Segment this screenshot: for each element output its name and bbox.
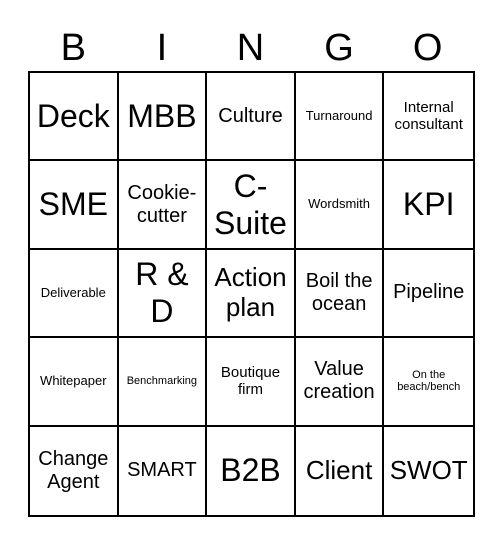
bingo-cell[interactable]: Boil the ocean: [295, 249, 385, 339]
bingo-cell[interactable]: Deliverable: [30, 249, 119, 339]
bingo-cell[interactable]: Change Agent: [30, 426, 119, 515]
bingo-cell[interactable]: Wordsmith: [295, 161, 385, 250]
bingo-cell[interactable]: Pipeline: [384, 250, 473, 339]
bingo-cell[interactable]: On the beach/bench: [384, 338, 473, 427]
bingo-cell[interactable]: SME: [30, 161, 119, 250]
bingo-cell[interactable]: KPI: [384, 161, 473, 250]
bingo-cell[interactable]: Value creation: [295, 338, 385, 427]
bingo-cell[interactable]: SMART: [119, 426, 208, 515]
bingo-cell[interactable]: SWOT: [384, 427, 473, 515]
header-letter-g: G: [324, 27, 354, 69]
bingo-cell[interactable]: Cookie-cutter: [118, 161, 208, 250]
bingo-cell[interactable]: Benchmarking: [118, 338, 208, 427]
header-letter-b: B: [60, 27, 86, 69]
bingo-cell[interactable]: MBB: [118, 73, 208, 162]
bingo-cell[interactable]: R & D: [118, 249, 208, 339]
bingo-grid: Deck MBB Culture Turnaround Internal consult…: [28, 71, 475, 517]
header-letter-o: O: [412, 27, 443, 69]
bingo-cell[interactable]: Deck: [30, 73, 119, 162]
bingo-cell[interactable]: Culture: [207, 73, 296, 162]
bingo-cell[interactable]: Whitepaper: [30, 338, 119, 427]
header-letter-i: I: [156, 27, 168, 69]
bingo-cell[interactable]: Turnaround: [295, 73, 385, 162]
bingo-cell[interactable]: Internal consultant: [384, 73, 473, 162]
bingo-header: B I N G O: [29, 24, 472, 72]
bingo-cell[interactable]: C-Suite: [207, 161, 296, 250]
bingo-cell[interactable]: Action plan: [207, 249, 296, 339]
header-letter-n: N: [236, 27, 265, 69]
bingo-cell[interactable]: B2B: [207, 426, 296, 515]
bingo-cell[interactable]: Boutique firm: [207, 338, 296, 427]
bingo-cell[interactable]: Client: [296, 426, 385, 515]
